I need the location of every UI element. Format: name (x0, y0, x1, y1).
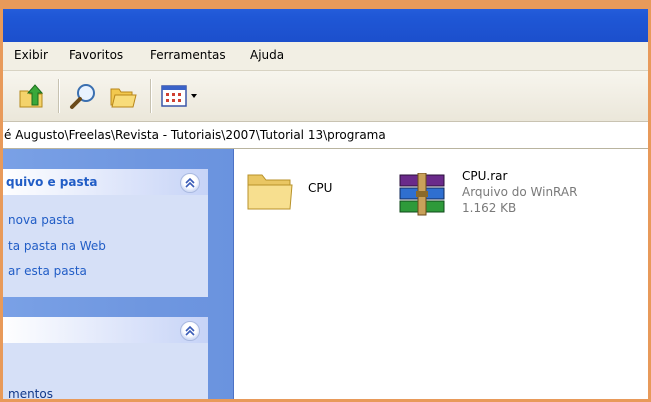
list-item[interactable]: CPU.rar Arquivo do WinRAR 1.162 KB (396, 169, 616, 224)
address-path[interactable]: é Augusto\Freelas\Revista - Tutoriais\20… (4, 128, 386, 142)
file-size: 1.162 KB (462, 201, 517, 215)
folders-button[interactable] (108, 81, 140, 111)
folders-icon (110, 88, 137, 108)
menu-exibir[interactable]: Exibir (14, 48, 48, 62)
views-button[interactable] (160, 81, 204, 111)
folder-icon (247, 174, 293, 210)
other-places-box: mentos (0, 317, 208, 402)
file-name: CPU.rar (462, 169, 508, 183)
tasks-title: quivo e pasta (6, 175, 98, 189)
toolbar (0, 71, 651, 122)
menu-bar: Exibir Favoritos Ferramentas Ajuda (0, 42, 651, 71)
task-link-new-folder[interactable]: nova pasta (8, 213, 75, 227)
file-name: CPU (308, 181, 333, 195)
collapse-button[interactable] (180, 173, 200, 193)
title-bar[interactable] (0, 0, 651, 42)
winrar-archive-icon (399, 173, 445, 216)
search-button[interactable] (68, 81, 100, 111)
menu-ferramentas[interactable]: Ferramentas (150, 48, 226, 62)
tasks-header[interactable]: quivo e pasta (0, 169, 208, 195)
double-chevron-up-icon (185, 325, 195, 336)
up-folder-button[interactable] (16, 81, 48, 111)
file-folder-tasks-box: quivo e pasta nova pasta ta pasta na Web… (0, 169, 208, 297)
file-list: CPU CPU.rar Arquivo do WinRAR 1.162 KB (234, 149, 651, 402)
menu-ajuda[interactable]: Ajuda (250, 48, 284, 62)
task-pane: quivo e pasta nova pasta ta pasta na Web… (0, 149, 234, 402)
up-folder-icon (19, 84, 44, 108)
menu-favoritos[interactable]: Favoritos (69, 48, 123, 62)
file-type: Arquivo do WinRAR (462, 185, 578, 199)
other-header[interactable] (0, 317, 208, 343)
list-item[interactable]: CPU (246, 167, 336, 217)
collapse-button[interactable] (180, 321, 200, 341)
task-link-share-folder[interactable]: ar esta pasta (8, 264, 87, 278)
double-chevron-up-icon (185, 177, 195, 188)
search-icon (70, 84, 95, 109)
address-bar[interactable]: é Augusto\Freelas\Revista - Tutoriais\20… (0, 122, 651, 149)
other-link-documents[interactable]: mentos (8, 387, 53, 401)
chevron-down-icon (191, 94, 197, 98)
views-icon (161, 85, 197, 107)
explorer-window: Exibir Favoritos Ferramentas Ajuda é Aug… (0, 0, 651, 402)
task-link-publish-web[interactable]: ta pasta na Web (8, 239, 106, 253)
